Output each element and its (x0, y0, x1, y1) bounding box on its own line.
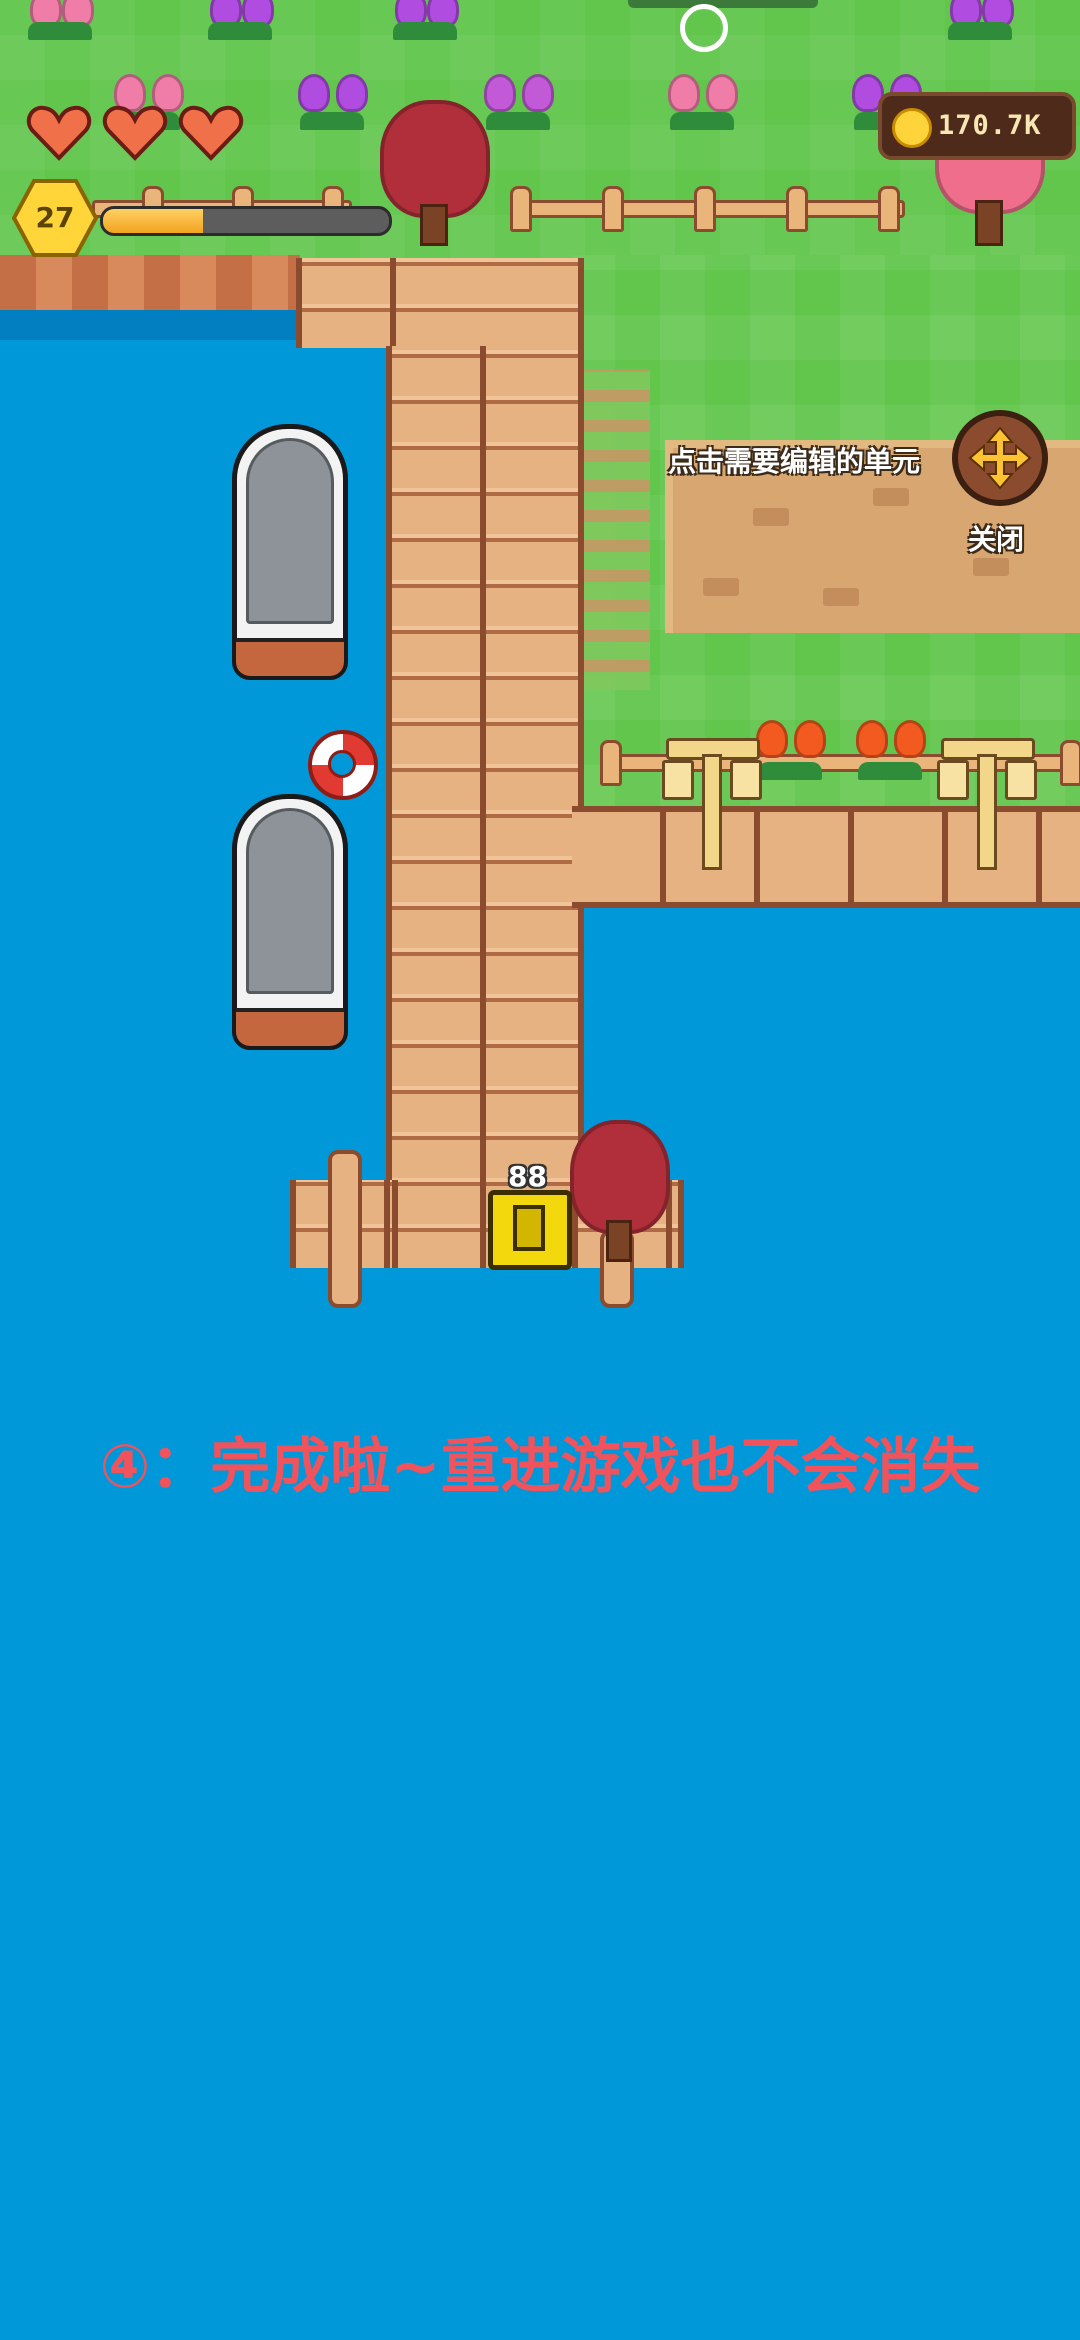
move-button[interactable] (952, 410, 1048, 506)
life-ring[interactable] (308, 730, 378, 800)
heart-icon (102, 104, 168, 162)
mooring-post (328, 1150, 362, 1308)
dirt-spot (973, 558, 1009, 576)
xp-bar-fill (103, 209, 204, 233)
circle-indicator-icon (680, 4, 728, 52)
tutorial-caption: ④：完成啦~重进游戏也不会消失 (99, 1432, 981, 1502)
dirt-spot (753, 508, 789, 526)
fence (510, 186, 905, 232)
heart-icon (178, 104, 244, 162)
treasure-chest[interactable] (488, 1190, 572, 1270)
rowboat[interactable] (232, 794, 348, 1050)
purple-flower (200, 0, 280, 40)
level-badge[interactable]: 27 (11, 175, 99, 261)
move-arrows-icon (968, 426, 1032, 490)
level-number: 27 (35, 201, 75, 234)
dock-top[interactable] (296, 258, 584, 348)
heart-icon (26, 104, 92, 162)
purple-flower (292, 70, 372, 130)
xp-bar (100, 206, 392, 236)
edit-hint-text: 点击需要编辑的单元 (668, 445, 921, 478)
street-lamp (660, 738, 762, 870)
stone-stairs (578, 370, 650, 690)
chest-count-label: 88 (508, 1160, 547, 1193)
purple-flower (478, 70, 558, 130)
dirt-spot (823, 588, 859, 606)
dirt-spot (873, 488, 909, 506)
rowboat[interactable] (232, 424, 348, 680)
red-maple-tree (380, 100, 490, 246)
orange-flower (750, 720, 830, 780)
coin-icon (892, 108, 932, 148)
purple-flower (940, 0, 1020, 40)
top-handle (628, 0, 818, 8)
coin-counter[interactable]: 170.7K (878, 92, 1076, 160)
purple-flower (385, 0, 465, 40)
pink-flower (20, 0, 100, 40)
red-maple-tree (570, 1120, 670, 1262)
shore-edge (0, 255, 300, 318)
orange-flower (850, 720, 930, 780)
dirt-spot (703, 578, 739, 596)
pink-flower (662, 70, 742, 130)
shore-shadow (0, 310, 300, 340)
street-lamp (935, 738, 1037, 870)
coin-value: 170.7K (938, 110, 1042, 141)
close-button[interactable]: 关闭 (968, 518, 1024, 558)
dock-pier[interactable] (386, 346, 584, 1268)
